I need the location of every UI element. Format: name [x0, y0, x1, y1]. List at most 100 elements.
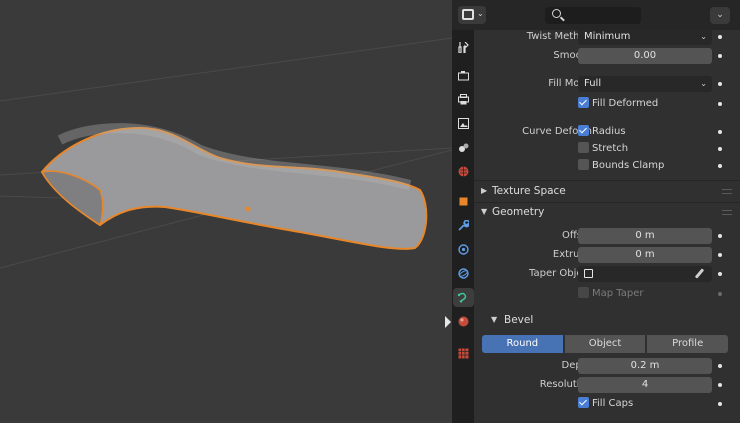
scene-icon — [459, 143, 469, 152]
fill-caps-checkbox[interactable] — [578, 397, 589, 408]
eyedropper-icon[interactable] — [694, 268, 705, 279]
search-input[interactable] — [545, 7, 641, 24]
bevel-mode-object-button[interactable]: Object — [564, 335, 646, 353]
radius-label: Radius — [592, 126, 626, 137]
map-taper-checkbox[interactable] — [578, 287, 589, 298]
fill-caps-row: Fill Caps — [474, 395, 740, 414]
properties-editor-icon — [462, 9, 474, 20]
bounds-clamp-checkbox[interactable] — [578, 159, 589, 170]
bevel-mode-profile-button[interactable]: Profile — [647, 335, 729, 353]
resolution-row: Resolution 4 — [474, 376, 740, 395]
fill-caps-label: Fill Caps — [592, 398, 634, 409]
fill-deformed-label: Fill Deformed — [592, 98, 659, 109]
taper-object-row: Taper Object — [474, 265, 740, 284]
collapsed-arrow-icon: ▶ — [481, 186, 488, 195]
curve-properties-panel: Twist Method Minimum ⌄ Smooth 0.00 Fill … — [474, 30, 740, 423]
stretch-label: Stretch — [592, 143, 629, 154]
offset-row: Offset 0 m — [474, 227, 740, 246]
chevron-down-icon: ⌄ — [477, 9, 484, 18]
tab-view-layer[interactable] — [454, 114, 472, 133]
fill-deformed-checkbox[interactable] — [578, 97, 589, 108]
properties-tabs — [452, 30, 474, 423]
smooth-field[interactable]: 0.00 — [578, 48, 712, 64]
twist-method-dropdown[interactable]: Minimum ⌄ — [578, 30, 712, 45]
object-icon — [584, 269, 593, 278]
tab-particles[interactable] — [454, 240, 472, 259]
drag-grip-icon[interactable] — [722, 189, 732, 194]
tab-texture[interactable] — [454, 344, 472, 363]
keyframe-dot-icon[interactable] — [718, 164, 722, 168]
offset-field[interactable]: 0 m — [578, 228, 712, 244]
bevel-mode-round-button[interactable]: Round — [482, 335, 563, 353]
expanded-arrow-icon: ▼ — [481, 207, 488, 216]
tab-render[interactable] — [454, 66, 472, 85]
texture-space-panel-header[interactable]: ▶ Texture Space — [474, 181, 740, 202]
viewport-scene[interactable] — [0, 0, 452, 423]
keyframe-dot-icon[interactable] — [718, 130, 722, 134]
tab-world[interactable] — [454, 162, 472, 181]
resolution-field[interactable]: 4 — [578, 377, 712, 393]
keyframe-dot-icon[interactable] — [718, 82, 722, 86]
material-icon — [458, 316, 469, 327]
object-origin — [245, 206, 251, 212]
depth-field[interactable]: 0.2 m — [578, 358, 712, 374]
extrude-row: Extrude 0 m — [474, 246, 740, 265]
object-icon — [459, 197, 468, 206]
tab-scene[interactable] — [454, 138, 472, 157]
bevel-panel-header[interactable]: ▼ Bevel — [474, 310, 740, 331]
properties-header: ⌄ ⌄ — [452, 0, 740, 30]
region-toggle-arrow-icon[interactable] — [445, 316, 451, 328]
fill-mode-value: Full — [584, 78, 602, 89]
tab-physics[interactable] — [454, 264, 472, 283]
curve-data-icon — [457, 292, 467, 303]
image-icon — [458, 118, 469, 129]
bevel-mode-selector: Round Object Profile — [482, 335, 729, 353]
world-icon — [458, 166, 469, 177]
keyframe-dot-icon[interactable] — [718, 54, 722, 58]
tab-object-data[interactable] — [453, 288, 474, 307]
editor-type-button[interactable]: ⌄ — [458, 6, 486, 24]
keyframe-dot-icon[interactable] — [718, 253, 722, 257]
keyframe-dot-icon[interactable] — [718, 364, 722, 368]
wrench-icon — [458, 220, 469, 231]
keyframe-dot-icon[interactable] — [718, 383, 722, 387]
particles-icon — [458, 244, 469, 255]
tab-modifiers[interactable] — [454, 216, 472, 235]
radius-checkbox[interactable] — [578, 125, 589, 136]
search-icon — [552, 9, 561, 18]
extrude-field[interactable]: 0 m — [578, 247, 712, 263]
keyframe-dot-icon[interactable] — [718, 402, 722, 406]
tab-material[interactable] — [454, 312, 472, 331]
tab-output[interactable] — [454, 90, 472, 109]
fill-mode-dropdown[interactable]: Full ⌄ — [578, 76, 712, 92]
bounds-clamp-label: Bounds Clamp — [592, 160, 665, 171]
tab-tool[interactable] — [454, 38, 472, 57]
smooth-row: Smooth 0.00 — [474, 47, 740, 66]
tab-object[interactable] — [454, 192, 472, 211]
twist-method-value: Minimum — [584, 31, 631, 42]
bounds-clamp-row: Bounds Clamp — [474, 157, 740, 176]
curve-object[interactable] — [40, 123, 428, 250]
3d-viewport[interactable] — [0, 0, 452, 423]
fill-mode-row: Fill Mode Full ⌄ — [474, 75, 740, 94]
geometry-panel-header[interactable]: ▼ Geometry — [474, 202, 740, 223]
map-taper-row: Map Taper — [474, 285, 740, 304]
keyframe-dot-icon[interactable] — [718, 102, 722, 106]
taper-object-field[interactable] — [578, 266, 712, 282]
keyframe-dot-icon[interactable] — [718, 234, 722, 238]
options-menu-button[interactable]: ⌄ — [710, 7, 730, 24]
expanded-arrow-icon: ▼ — [491, 315, 498, 324]
depth-row: Depth 0.2 m — [474, 357, 740, 376]
twist-method-row: Twist Method Minimum ⌄ — [474, 30, 740, 47]
tool-icon — [458, 42, 469, 53]
texture-space-title: Texture Space — [492, 185, 566, 197]
texture-icon — [458, 348, 469, 359]
keyframe-dot-icon[interactable] — [718, 292, 722, 296]
stretch-checkbox[interactable] — [578, 142, 589, 153]
keyframe-dot-icon[interactable] — [718, 272, 722, 276]
chevron-down-icon: ⌄ — [716, 10, 724, 20]
fill-deformed-row: Fill Deformed — [474, 95, 740, 114]
drag-grip-icon[interactable] — [722, 210, 732, 215]
keyframe-dot-icon[interactable] — [718, 35, 722, 39]
keyframe-dot-icon[interactable] — [718, 147, 722, 151]
